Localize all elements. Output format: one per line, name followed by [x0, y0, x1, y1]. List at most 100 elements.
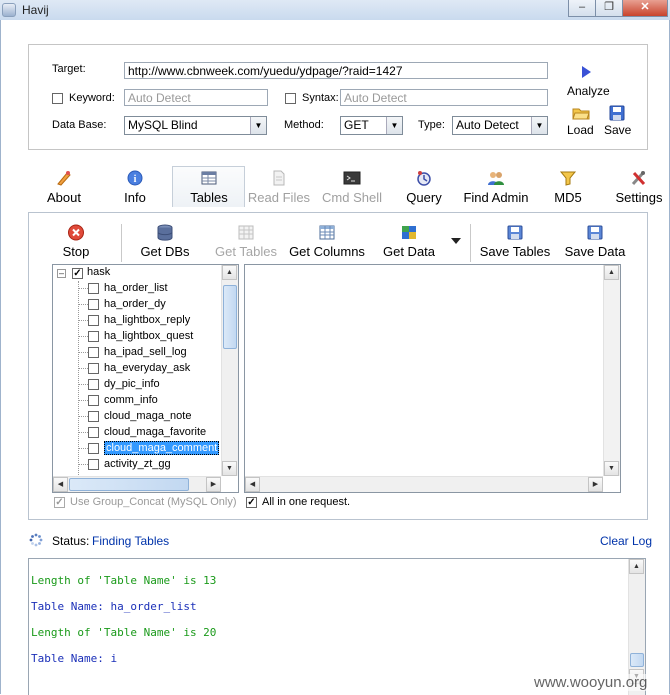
tree-horizontal-scrollbar[interactable]: ◀ ▶	[53, 476, 221, 492]
table-checkbox[interactable]	[88, 362, 99, 374]
table-checkbox[interactable]	[88, 442, 99, 454]
tab-md5[interactable]: MD5	[551, 170, 585, 205]
clear-log-link[interactable]: Clear Log	[600, 534, 652, 548]
keyword-checkbox[interactable]	[52, 93, 63, 104]
collapse-toggle[interactable]: –	[57, 269, 66, 278]
table-checkbox[interactable]	[88, 282, 99, 294]
scroll-right-icon[interactable]: ▶	[588, 477, 603, 492]
scroll-down-icon[interactable]: ▼	[604, 461, 619, 476]
load-icon	[572, 106, 590, 120]
scroll-left-icon[interactable]: ◀	[53, 477, 68, 492]
log-line: Length of 'Table Name' is 20	[31, 626, 217, 639]
table-checkbox[interactable]	[88, 394, 99, 406]
table-checkbox[interactable]	[88, 314, 99, 326]
table-checkbox[interactable]	[88, 330, 99, 342]
list-item[interactable]: ha_everyday_ask	[78, 362, 190, 378]
syntax-input[interactable]: Auto Detect	[340, 89, 548, 106]
restore-button[interactable]: ❐	[595, 0, 623, 17]
chevron-down-icon: ▼	[386, 117, 402, 134]
method-select[interactable]: GET ▼	[340, 116, 403, 135]
table-checkbox[interactable]	[88, 298, 99, 310]
save-tables-button[interactable]: Save Tables	[477, 224, 553, 259]
list-item[interactable]: ha_order_list	[78, 282, 168, 298]
scroll-thumb[interactable]	[69, 478, 189, 491]
table-checkbox[interactable]	[88, 346, 99, 358]
table-name: ha_order_list	[104, 282, 168, 295]
tab-query[interactable]: Query	[403, 170, 445, 205]
scroll-right-icon[interactable]: ▶	[206, 477, 221, 492]
syntax-checkbox[interactable]	[285, 93, 296, 104]
tab-about[interactable]: About	[40, 170, 88, 205]
scroll-thumb[interactable]	[630, 653, 644, 667]
scroll-down-icon[interactable]: ▼	[222, 461, 237, 476]
table-checkbox[interactable]	[88, 410, 99, 422]
scroll-up-icon[interactable]: ▲	[629, 559, 644, 574]
get-tables-button[interactable]: Get Tables	[211, 224, 281, 259]
list-item[interactable]: dy_pic_info	[78, 378, 160, 394]
group-concat-checkbox[interactable]: ✓	[54, 497, 65, 508]
tab-cmd-shell[interactable]: Cmd Shell	[321, 170, 383, 205]
table-name: ha_lightbox_quest	[104, 330, 194, 343]
get-data-dropdown-icon[interactable]	[451, 238, 461, 244]
scroll-thumb[interactable]	[223, 285, 237, 349]
tab-find-admin[interactable]: Find Admin	[461, 170, 531, 205]
table-checkbox[interactable]	[88, 378, 99, 390]
tab-read-files[interactable]: Read Files	[247, 170, 311, 205]
table-name: ha_ipad_sell_log	[104, 346, 187, 359]
list-item[interactable]: ha_lightbox_quest	[78, 330, 193, 346]
tab-settings[interactable]: Settings	[615, 170, 663, 205]
scroll-up-icon[interactable]: ▲	[604, 265, 619, 280]
load-button[interactable]: Load	[567, 123, 594, 137]
grid-vertical-scrollbar[interactable]: ▲ ▼	[603, 265, 620, 476]
analyze-button[interactable]: Analyze	[567, 84, 610, 98]
table-checkbox[interactable]	[88, 426, 99, 438]
close-button[interactable]: ✕	[622, 0, 668, 17]
scroll-up-icon[interactable]: ▲	[222, 265, 237, 280]
all-in-one-checkbox[interactable]: ✓	[246, 497, 257, 508]
get-tables-label: Get Tables	[215, 244, 277, 259]
list-item-selected[interactable]: cloud_maga_comment	[78, 441, 220, 458]
data-grid[interactable]: ▲ ▼ ◀ ▶	[244, 264, 621, 493]
log-line: Table Name: i	[31, 652, 118, 665]
scroll-track[interactable]	[604, 280, 620, 461]
list-item[interactable]: ha_lightbox_reply	[78, 314, 190, 330]
get-data-button[interactable]: Get Data	[378, 224, 440, 259]
save-icon	[507, 225, 523, 240]
data-icon	[402, 226, 416, 239]
list-item[interactable]: cloud_maga_favorite	[78, 426, 206, 442]
database-label: Data Base:	[52, 119, 107, 131]
app-icon	[2, 3, 16, 17]
list-item[interactable]: activity_zt_gg	[78, 458, 171, 474]
grid-horizontal-scrollbar[interactable]: ◀ ▶	[245, 476, 603, 492]
stop-button[interactable]: Stop	[56, 224, 96, 259]
analyze-icon[interactable]	[582, 66, 591, 78]
svg-text:i: i	[134, 174, 137, 185]
get-dbs-button[interactable]: Get DBs	[138, 224, 192, 259]
all-in-one-label: All in one request.	[262, 496, 351, 508]
root-checkbox[interactable]: ✓	[72, 268, 83, 279]
scroll-left-icon[interactable]: ◀	[245, 477, 260, 492]
get-columns-label: Get Columns	[289, 244, 365, 259]
list-item[interactable]: cloud_maga_note	[78, 410, 191, 426]
database-select[interactable]: MySQL Blind ▼	[124, 116, 267, 135]
save-button[interactable]: Save	[604, 123, 631, 137]
minimize-button[interactable]: –	[568, 0, 596, 17]
target-input[interactable]: http://www.cbnweek.com/yuedu/ydpage/?rai…	[124, 62, 548, 79]
tree-vertical-scrollbar[interactable]: ▲ ▼	[221, 265, 238, 476]
list-item[interactable]: comm_info	[78, 394, 158, 410]
get-columns-button[interactable]: Get Columns	[286, 224, 368, 259]
info-icon: i	[127, 170, 143, 186]
list-item[interactable]: ha_ipad_sell_log	[78, 346, 187, 362]
toolbar-separator	[121, 224, 122, 262]
tab-tables[interactable]: Tables	[182, 170, 236, 205]
tables-tree[interactable]: – ✓ hask ha_order_list ha_order_dy ha_li…	[52, 264, 239, 493]
tab-info[interactable]: i Info	[115, 170, 155, 205]
keyword-input[interactable]: Auto Detect	[124, 89, 268, 106]
type-select[interactable]: Auto Detect ▼	[452, 116, 548, 135]
log-line: Length of 'Table Name' is 13	[31, 574, 217, 587]
list-item[interactable]: ha_order_dy	[78, 298, 166, 314]
watermark: www.wooyun.org	[532, 674, 650, 691]
chevron-down-icon: ▼	[250, 117, 266, 134]
save-data-button[interactable]: Save Data	[563, 224, 627, 259]
table-checkbox[interactable]	[88, 458, 99, 470]
